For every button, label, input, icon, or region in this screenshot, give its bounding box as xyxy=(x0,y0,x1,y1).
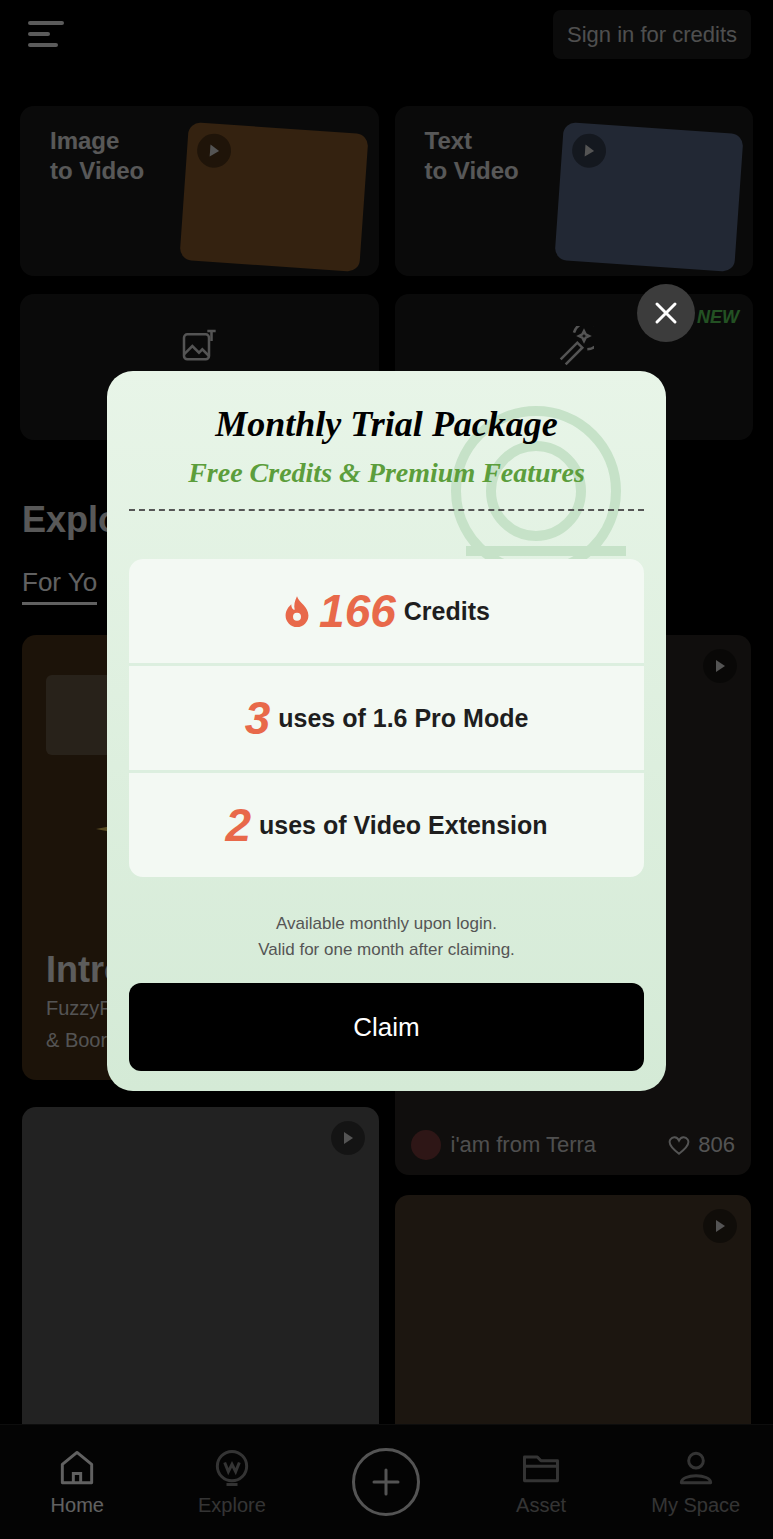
claim-button[interactable]: Claim xyxy=(129,983,644,1071)
perk-row: 3uses of 1.6 Pro Mode xyxy=(129,666,644,770)
perk-row: 166Credits xyxy=(129,559,644,663)
perk-label: uses of 1.6 Pro Mode xyxy=(278,702,528,734)
perk-label: Credits xyxy=(404,595,490,627)
close-icon xyxy=(654,301,678,325)
perk-row: 2uses of Video Extension xyxy=(129,773,644,877)
perk-list: 166Credits3uses of 1.6 Pro Mode2uses of … xyxy=(129,559,644,877)
perk-value: 3 xyxy=(245,690,271,746)
modal-title: Monthly Trial Package xyxy=(129,401,644,447)
close-button[interactable] xyxy=(637,284,695,342)
modal-notes: Available monthly upon login.Valid for o… xyxy=(129,911,644,963)
modal-overlay[interactable]: Monthly Trial Package Free Credits & Prem… xyxy=(0,0,773,1539)
modal-subtitle: Free Credits & Premium Features xyxy=(129,455,644,491)
perk-label: uses of Video Extension xyxy=(259,809,548,841)
trial-modal: Monthly Trial Package Free Credits & Prem… xyxy=(107,371,666,1091)
flame-icon xyxy=(283,595,311,627)
app-screen: Sign in for creditsImageto VideoTextto V… xyxy=(0,0,773,1539)
perk-value: 166 xyxy=(319,583,396,639)
perk-value: 2 xyxy=(225,797,251,853)
dashed-divider xyxy=(129,509,644,511)
